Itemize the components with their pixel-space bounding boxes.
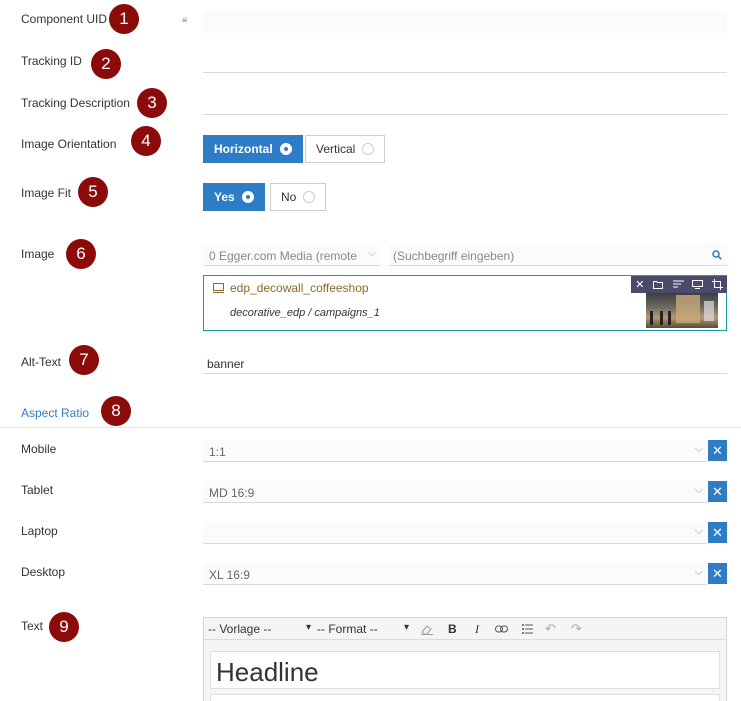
tablet-ratio-select[interactable]: MD 16:9 ⌵ <box>203 481 707 503</box>
step-badge-5: 5 <box>78 177 108 207</box>
aspect-ratio-section-title[interactable]: Aspect Ratio <box>21 406 89 420</box>
step-badge-7: 7 <box>69 345 99 375</box>
step-badge-8: 8 <box>101 396 131 426</box>
step-badge-1: 1 <box>109 4 139 34</box>
mobile-clear-button[interactable]: ✕ <box>708 440 727 461</box>
image-fit-no-option[interactable]: No <box>270 183 327 211</box>
media-source-select[interactable]: 0 Egger.com Media (remote ⌵ <box>203 244 380 266</box>
format-select[interactable]: -- Format -- ▾ <box>317 622 409 637</box>
step-badge-2: 2 <box>91 49 121 79</box>
step-badge-6: 6 <box>66 239 96 269</box>
chevron-down-icon: ▾ <box>403 622 409 633</box>
search-icon[interactable] <box>712 250 722 260</box>
radio-selected-icon <box>279 143 292 155</box>
lock-icon: 🔒︎ <box>182 14 188 25</box>
tracking-id-label: Tracking ID <box>21 54 82 68</box>
close-icon[interactable]: ✕ <box>635 278 644 291</box>
editor-toolbar: -- Vorlage -- ▾ -- Format -- ▾ B I ↶ ↷ <box>204 618 726 640</box>
redo-icon[interactable]: ↷ <box>571 621 582 637</box>
asset-name[interactable]: edp_decowall_coffeeshop <box>230 281 369 295</box>
close-icon: ✕ <box>712 442 723 458</box>
tracking-id-input[interactable] <box>203 51 727 73</box>
chevron-down-icon: ⌵ <box>694 443 703 455</box>
orientation-horizontal-option[interactable]: Horizontal <box>203 135 303 163</box>
eraser-icon[interactable] <box>421 624 433 635</box>
headline-block[interactable]: Headline <box>210 651 720 689</box>
link-icon[interactable] <box>495 625 508 633</box>
close-icon: ✕ <box>712 483 723 499</box>
rich-text-editor: -- Vorlage -- ▾ -- Format -- ▾ B I ↶ ↷ H… <box>203 617 727 701</box>
radio-unselected-icon <box>362 143 375 155</box>
list-filter-icon[interactable] <box>672 280 684 289</box>
chevron-down-icon: ⌵ <box>368 248 376 259</box>
step-badge-4: 4 <box>131 126 161 156</box>
desktop-ratio-select[interactable]: XL 16:9 ⌵ <box>203 563 707 585</box>
desktop-label: Desktop <box>21 565 66 579</box>
chevron-down-icon: ⌵ <box>694 566 703 578</box>
media-search-input[interactable]: (Suchbegriff eingeben) <box>389 244 727 266</box>
mobile-ratio-select[interactable]: 1:1 ⌵ <box>203 440 707 462</box>
laptop-clear-button[interactable]: ✕ <box>708 522 727 543</box>
folder-open-icon[interactable] <box>653 280 664 289</box>
image-asset-card[interactable]: edp_decowall_coffeeshop decorative_edp /… <box>203 275 727 331</box>
image-label: Image <box>21 247 55 261</box>
step-badge-3: 3 <box>137 88 167 118</box>
radio-unselected-icon <box>303 191 316 203</box>
tablet-label: Tablet <box>21 483 54 497</box>
template-select[interactable]: -- Vorlage -- ▾ <box>208 622 311 637</box>
laptop-ratio-select[interactable]: ⌵ <box>203 522 707 544</box>
alt-text-label: Alt-Text <box>21 355 62 369</box>
crop-icon[interactable] <box>711 279 723 290</box>
tablet-clear-button[interactable]: ✕ <box>708 481 727 502</box>
mobile-label: Mobile <box>21 442 57 456</box>
image-asset-icon <box>213 283 224 293</box>
chevron-down-icon: ⌵ <box>694 484 703 496</box>
image-fit-label: Image Fit <box>21 186 72 200</box>
tracking-description-label: Tracking Description <box>21 96 130 110</box>
orientation-vertical-label: Vertical <box>316 142 356 156</box>
orientation-horizontal-label: Horizontal <box>214 142 273 156</box>
image-fit-no-label: No <box>281 190 297 204</box>
monitor-icon[interactable] <box>692 280 704 289</box>
image-fit-yes-option[interactable]: Yes <box>203 183 265 211</box>
chevron-down-icon: ▾ <box>305 622 311 633</box>
image-orientation-label: Image Orientation <box>21 137 117 151</box>
alt-text-input[interactable]: banner <box>203 352 727 374</box>
step-badge-9: 9 <box>49 612 79 642</box>
laptop-label: Laptop <box>21 524 58 538</box>
chevron-down-icon: ⌵ <box>694 525 703 537</box>
asset-toolbar: ✕ <box>631 276 727 293</box>
paragraph-block[interactable] <box>210 694 720 701</box>
bold-icon[interactable]: B <box>448 622 457 636</box>
close-icon: ✕ <box>712 565 723 581</box>
undo-icon[interactable]: ↶ <box>545 621 556 637</box>
section-divider <box>0 427 741 428</box>
component-uid-input[interactable] <box>203 11 727 33</box>
text-label: Text <box>21 619 44 633</box>
italic-icon[interactable]: I <box>475 622 479 637</box>
asset-thumbnail <box>646 293 718 328</box>
tracking-description-input[interactable] <box>203 93 727 115</box>
headline-text[interactable]: Headline <box>216 657 319 688</box>
close-icon: ✕ <box>712 524 723 540</box>
orientation-vertical-option[interactable]: Vertical <box>305 135 386 163</box>
component-uid-label: Component UID <box>21 12 108 26</box>
desktop-clear-button[interactable]: ✕ <box>708 563 727 584</box>
radio-selected-icon <box>241 191 254 203</box>
image-fit-yes-label: Yes <box>214 190 235 204</box>
bullet-list-icon[interactable] <box>522 624 533 634</box>
asset-path: decorative_edp / campaigns_1 <box>230 307 380 319</box>
